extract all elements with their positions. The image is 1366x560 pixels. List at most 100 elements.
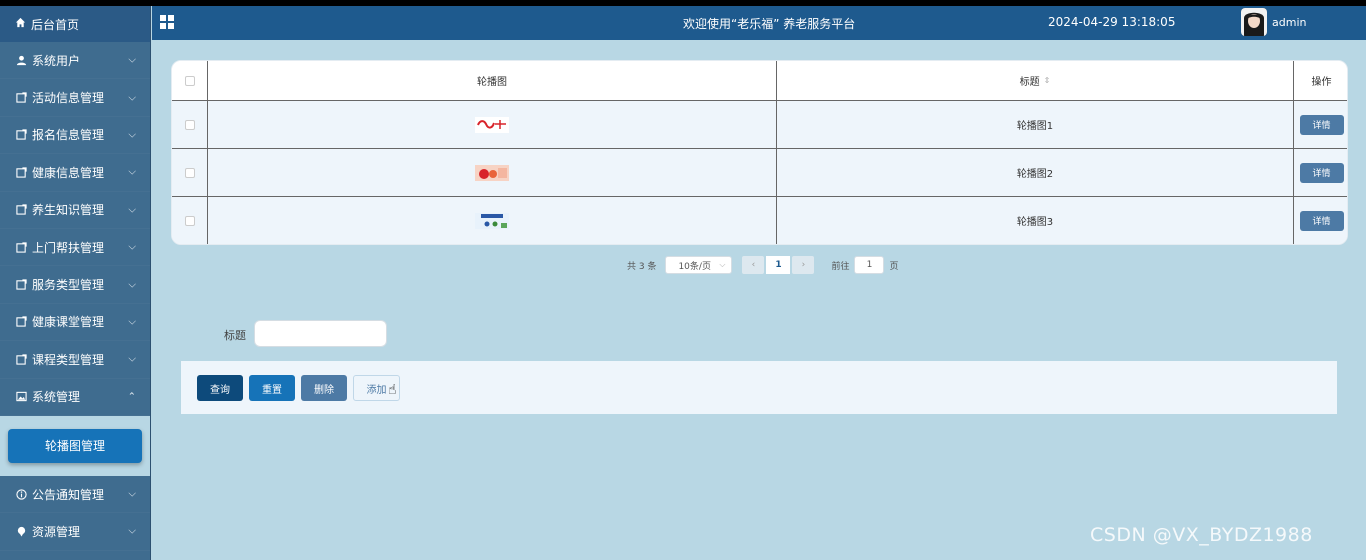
chevron-down-icon: ⌵ [128, 92, 136, 104]
prev-page-button[interactable]: ‹ [742, 256, 765, 274]
row-action-cell: 详情 [1294, 149, 1347, 196]
chevron-down-icon: ⌵ [719, 260, 726, 269]
row-checkbox[interactable] [184, 167, 195, 178]
sidebar-submenu: 轮播图管理 [0, 415, 150, 476]
folder-icon [15, 92, 27, 104]
column-header-title[interactable]: 标题 ⇕ [777, 61, 1294, 100]
sidebar-item-resource[interactable]: 资源管理 ⌵ [0, 513, 150, 550]
sidebar-item-wellness[interactable]: 养生知识管理 ⌵ [0, 192, 150, 229]
header-checkbox-cell [172, 61, 208, 100]
sidebar-item-label: 上门帮扶管理 [32, 240, 105, 255]
carousel-thumbnail[interactable] [475, 212, 509, 229]
table-row: 轮播图1 详情 [172, 101, 1347, 149]
sidebar-item-course-type[interactable]: 课程类型管理 ⌵ [0, 341, 150, 378]
folder-icon [15, 353, 27, 365]
chevron-down-icon: ⌵ [128, 353, 136, 365]
reset-button[interactable]: 重置 [249, 375, 295, 401]
header-title: 欢迎使用“老乐福” 养老服务平台 [683, 17, 856, 31]
column-header-action: 操作 [1311, 77, 1332, 88]
row-image-cell [208, 197, 777, 244]
sort-icon[interactable]: ⇕ [1044, 76, 1051, 85]
image-icon [15, 391, 27, 403]
sidebar-item-label: 系统用户 [32, 53, 81, 68]
sidebar-item-label: 服务类型管理 [32, 278, 105, 293]
chevron-down-icon: ⌵ [128, 166, 136, 178]
header-username[interactable]: admin [1272, 16, 1306, 29]
row-checkbox[interactable] [184, 119, 195, 130]
sidebar-item-health[interactable]: 健康信息管理 ⌵ [0, 154, 150, 191]
goto-label: 前往 [831, 261, 850, 272]
folder-icon [15, 129, 27, 141]
select-all-checkbox[interactable] [184, 75, 195, 86]
folder-icon [15, 241, 27, 253]
hand-cursor-icon: ☝ [388, 382, 397, 398]
detail-button[interactable]: 详情 [1299, 162, 1344, 183]
chevron-down-icon: ⌵ [128, 241, 136, 253]
watermark: CSDN @VX_BYDZ1988 [1090, 524, 1313, 546]
sidebar-item-label: 报名信息管理 [32, 128, 105, 143]
sidebar-item-carousel[interactable]: 轮播图管理 [8, 428, 142, 463]
search-title-input[interactable] [254, 320, 387, 347]
sidebar-item-label: 系统管理 [32, 390, 81, 405]
sidebar-item-signup[interactable]: 报名信息管理 ⌵ [0, 117, 150, 154]
row-image-cell [208, 149, 777, 196]
sidebar-item-health-class[interactable]: 健康课堂管理 ⌵ [0, 304, 150, 341]
sidebar-item-system[interactable]: 系统管理 ⌃ [0, 379, 150, 416]
sidebar-item-label: 健康信息管理 [32, 165, 105, 180]
sidebar-item-label: 活动信息管理 [32, 91, 105, 106]
row-title-cell: 轮播图1 [777, 101, 1294, 148]
info-icon [15, 488, 27, 500]
sidebar-item-activity[interactable]: 活动信息管理 ⌵ [0, 79, 150, 116]
folder-icon [15, 316, 27, 328]
page-size-select[interactable]: 10条/页 ⌵ [665, 256, 733, 274]
column-header-image: 轮播图 [208, 61, 777, 100]
pin-icon [15, 525, 27, 537]
row-action-cell: 详情 [1294, 101, 1347, 148]
goto-unit: 页 [889, 261, 899, 272]
carousel-table: 轮播图 标题 ⇕ 操作 轮播图1 详情 轮播图2 详情 轮播图3 详情 [171, 60, 1348, 245]
query-button[interactable]: 查询 [197, 375, 243, 401]
page-size-value: 10条/页 [678, 261, 711, 272]
detail-button[interactable]: 详情 [1299, 210, 1344, 231]
row-checkbox[interactable] [184, 215, 195, 226]
goto-page-input[interactable]: 1 [854, 256, 885, 274]
avatar[interactable] [1241, 8, 1267, 36]
pagination-total: 共 3 条 [627, 261, 657, 272]
folder-icon [15, 166, 27, 178]
chevron-up-icon: ⌃ [127, 391, 136, 403]
pagination: 共 3 条 10条/页 ⌵ ‹ 1 › 前往 1 页 [627, 256, 898, 274]
sidebar-item-notice[interactable]: 公告通知管理 ⌵ [0, 476, 150, 513]
chevron-down-icon: ⌵ [128, 488, 136, 500]
chevron-down-icon: ⌵ [128, 54, 136, 66]
sidebar-item-label: 公告通知管理 [32, 487, 105, 502]
next-page-button[interactable]: › [792, 256, 815, 274]
chevron-down-icon: ⌵ [128, 316, 136, 328]
sidebar-item-homecare[interactable]: 上门帮扶管理 ⌵ [0, 229, 150, 266]
menu-grid-icon[interactable] [160, 15, 174, 29]
delete-button[interactable]: 删除 [301, 375, 347, 401]
header-datetime: 2024-04-29 13:18:05 [1048, 15, 1176, 29]
carousel-thumbnail[interactable] [475, 116, 509, 133]
top-header: 欢迎使用“老乐福” 养老服务平台 2024-04-29 13:18:05 adm… [152, 6, 1366, 40]
table-header-row: 轮播图 标题 ⇕ 操作 [172, 61, 1347, 101]
sidebar: 后台首页 系统用户 ⌵ 活动信息管理 ⌵ 报名信息管理 ⌵ 健康信息管理 ⌵ 养… [0, 6, 151, 560]
column-header-title-label: 标题 [1019, 77, 1040, 88]
chevron-down-icon: ⌵ [128, 525, 136, 537]
sidebar-home-label: 后台首页 [31, 17, 80, 32]
user-icon [15, 54, 27, 66]
carousel-thumbnail[interactable] [475, 164, 509, 181]
sidebar-item-label: 养生知识管理 [32, 203, 105, 218]
page-number-current[interactable]: 1 [766, 256, 791, 274]
sidebar-item-service-type[interactable]: 服务类型管理 ⌵ [0, 266, 150, 303]
row-checkbox-cell [172, 197, 208, 244]
chevron-down-icon: ⌵ [128, 204, 136, 216]
sidebar-home[interactable]: 后台首页 [0, 6, 150, 42]
detail-button[interactable]: 详情 [1299, 114, 1344, 135]
row-image-cell [208, 101, 777, 148]
chevron-down-icon: ⌵ [128, 279, 136, 291]
sidebar-item-users[interactable]: 系统用户 ⌵ [0, 42, 150, 79]
sidebar-item-label: 资源管理 [32, 524, 81, 539]
sidebar-item-label: 课程类型管理 [32, 352, 105, 367]
table-row: 轮播图3 详情 [172, 197, 1347, 244]
chevron-down-icon: ⌵ [128, 129, 136, 141]
